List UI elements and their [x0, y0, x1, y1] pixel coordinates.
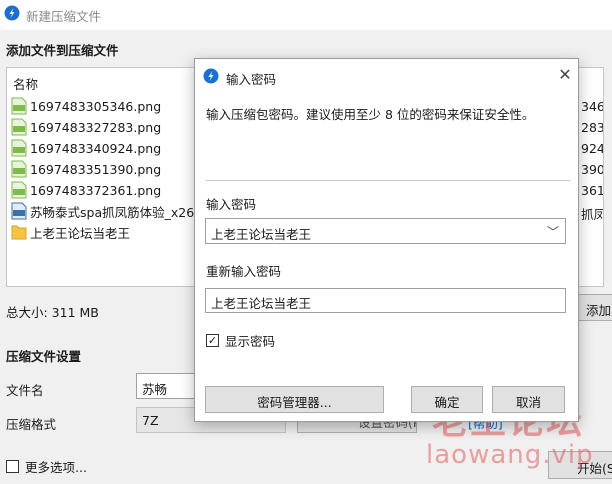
file-name: 1697483327283.png [30, 119, 162, 135]
file-name-fragment: 924.pn [581, 141, 604, 156]
password-value: 上老王论坛当老王 [211, 227, 312, 242]
app-logo-icon [4, 5, 20, 21]
password-label: 输入密码 [206, 197, 257, 212]
checkbox-box[interactable] [6, 460, 19, 473]
reenter-password-input[interactable]: 上老王论坛当老王 [205, 288, 566, 313]
reenter-password-label: 重新输入密码 [206, 264, 282, 279]
file-name-fragment: 283.pn [581, 120, 604, 135]
file-name: 1697483372361.png [30, 182, 162, 198]
file-name: 1697483305346.png [30, 98, 162, 114]
add-files-heading: 添加文件到压缩文件 [6, 43, 119, 58]
more-options-checkbox[interactable]: 更多选项... [6, 457, 87, 476]
file-name: 1697483340924.png [30, 140, 162, 156]
png-file-icon [11, 139, 27, 157]
folder-icon [11, 225, 27, 240]
window-title: 新建压缩文件 [26, 9, 102, 24]
file-name: 上老王论坛当老王 [30, 225, 131, 241]
checkbox-checked[interactable]: ✓ [206, 334, 219, 347]
watermark-url: laowang.vip [426, 440, 594, 470]
png-file-icon [11, 118, 27, 136]
total-size-label: 总大小: 311 MB [6, 305, 99, 320]
filename-label: 文件名 [6, 383, 44, 398]
dialog-title: 输入密码 [226, 72, 277, 87]
png-file-icon [11, 181, 27, 199]
file-name: 苏畅泰式spa抓凤筋体验_x265. [30, 204, 207, 220]
app-logo-icon [203, 68, 219, 84]
format-label: 压缩格式 [6, 417, 57, 432]
more-options-label: 更多选项... [25, 460, 87, 475]
divider [206, 180, 570, 181]
close-icon[interactable]: ✕ [556, 66, 574, 84]
png-file-icon [11, 160, 27, 178]
show-password-checkbox[interactable]: ✓ 显示密码 [206, 331, 275, 350]
file-name-fragment: 346.pn [581, 99, 604, 114]
add-button[interactable]: 添加( [577, 294, 612, 321]
ok-button[interactable]: 确定 [411, 386, 483, 413]
cancel-button[interactable]: 取消 [492, 386, 565, 413]
password-manager-button[interactable]: 密码管理器... [205, 386, 384, 413]
file-name-fragment: 361.pn [581, 183, 604, 198]
password-input[interactable]: 上老王论坛当老王 ﹀ [205, 218, 566, 244]
png-file-icon [11, 97, 27, 115]
file-name-fragment: 抓凤筋 [581, 207, 603, 222]
mp4-file-icon [11, 202, 27, 220]
column-header-name[interactable]: 名称 [13, 74, 38, 93]
password-dialog: 输入密码 ✕ 输入压缩包密码。建议使用至少 8 位的密码来保证安全性。 输入密码… [194, 58, 579, 422]
file-name-fragment: 390.pn [581, 162, 604, 177]
show-password-label: 显示密码 [225, 334, 276, 349]
password-hint-text: 输入压缩包密码。建议使用至少 8 位的密码来保证安全性。 [206, 107, 535, 122]
compress-settings-heading: 压缩文件设置 [6, 349, 82, 364]
chevron-down-icon[interactable]: ﹀ [547, 223, 559, 240]
file-name: 1697483351390.png [30, 161, 162, 177]
